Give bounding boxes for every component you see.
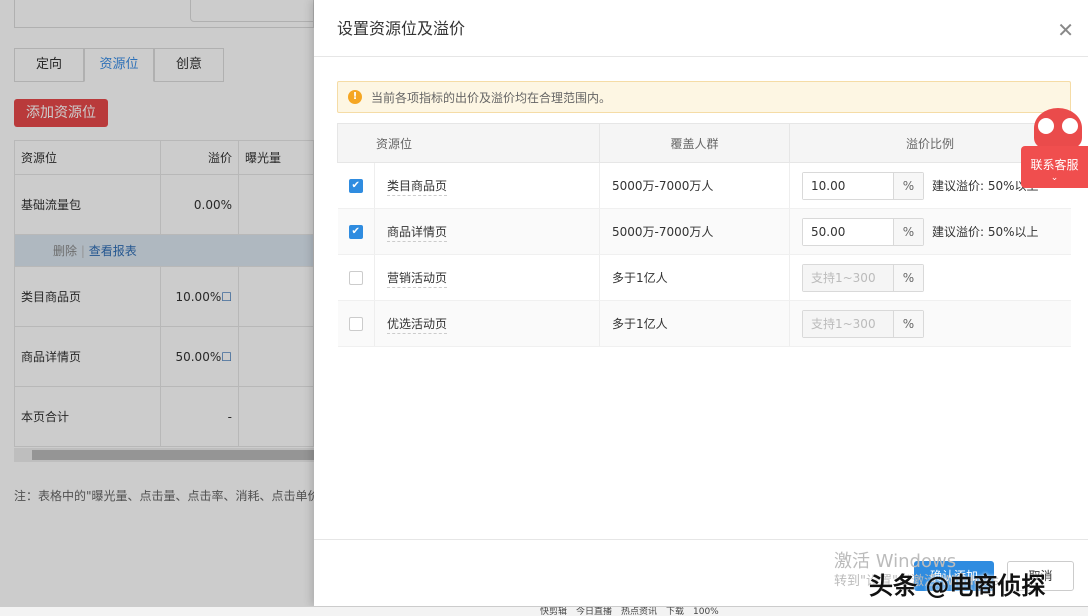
table-row: 优选活动页 多于1亿人 支持1~300% bbox=[338, 301, 1071, 347]
table-row: 营销活动页 多于1亿人 支持1~300% bbox=[338, 255, 1071, 301]
mascot-icon bbox=[1034, 108, 1082, 148]
premium-input-disabled: 支持1~300% bbox=[802, 264, 924, 292]
premium-input[interactable]: 10.00% bbox=[802, 172, 924, 200]
warning-icon: ! bbox=[348, 90, 362, 104]
browser-status-bar: 快剪辑 今日直播 热点资讯 下载 100% bbox=[0, 606, 1088, 616]
row-audience: 多于1亿人 bbox=[599, 255, 789, 301]
suggestion-text: 建议溢价: 50%以上 bbox=[932, 225, 1039, 239]
row-name: 类目商品页 bbox=[387, 179, 447, 196]
premium-input[interactable]: 50.00% bbox=[802, 218, 924, 246]
row-name: 营销活动页 bbox=[387, 271, 447, 288]
alert-text: 当前各项指标的出价及溢价均在合理范围内。 bbox=[371, 89, 611, 106]
dialog-title: 设置资源位及溢价 bbox=[314, 0, 1088, 57]
row-audience: 5000万-7000万人 bbox=[599, 209, 789, 255]
dialog-footer: 确认添加 取消 激活 Windows转到"设置"以激活 Windows。 头条 … bbox=[314, 539, 1088, 606]
row-checkbox[interactable]: ✔ bbox=[349, 179, 363, 193]
modal-overlay[interactable] bbox=[0, 0, 314, 606]
resource-table: 资源位 覆盖人群 溢价比例 ✔ 类目商品页 5000万-7000万人 10.00… bbox=[337, 123, 1071, 347]
row-name: 优选活动页 bbox=[387, 317, 447, 334]
premium-input-disabled: 支持1~300% bbox=[802, 310, 924, 338]
info-alert: ! 当前各项指标的出价及溢价均在合理范围内。 bbox=[337, 81, 1071, 113]
close-icon[interactable]: ✕ bbox=[1057, 18, 1074, 42]
row-audience: 5000万-7000万人 bbox=[599, 163, 789, 209]
table-header: 资源位 覆盖人群 溢价比例 bbox=[338, 124, 1071, 163]
row-audience: 多于1亿人 bbox=[599, 301, 789, 347]
header-resource: 资源位 bbox=[338, 124, 600, 163]
table-row: ✔ 类目商品页 5000万-7000万人 10.00%建议溢价: 50%以上 bbox=[338, 163, 1071, 209]
row-checkbox[interactable]: ✔ bbox=[349, 225, 363, 239]
contact-service-button[interactable]: 联系客服⌄ bbox=[1021, 146, 1088, 188]
brand-watermark: 头条 @电商侦探 bbox=[869, 566, 1045, 601]
resource-premium-dialog: 设置资源位及溢价 ✕ ! 当前各项指标的出价及溢价均在合理范围内。 资源位 覆盖… bbox=[314, 0, 1088, 606]
row-name: 商品详情页 bbox=[387, 225, 447, 242]
header-audience: 覆盖人群 bbox=[599, 124, 789, 163]
table-row: ✔ 商品详情页 5000万-7000万人 50.00% 建议溢价: 50%以上 bbox=[338, 209, 1071, 255]
row-checkbox[interactable] bbox=[349, 271, 363, 285]
row-checkbox[interactable] bbox=[349, 317, 363, 331]
